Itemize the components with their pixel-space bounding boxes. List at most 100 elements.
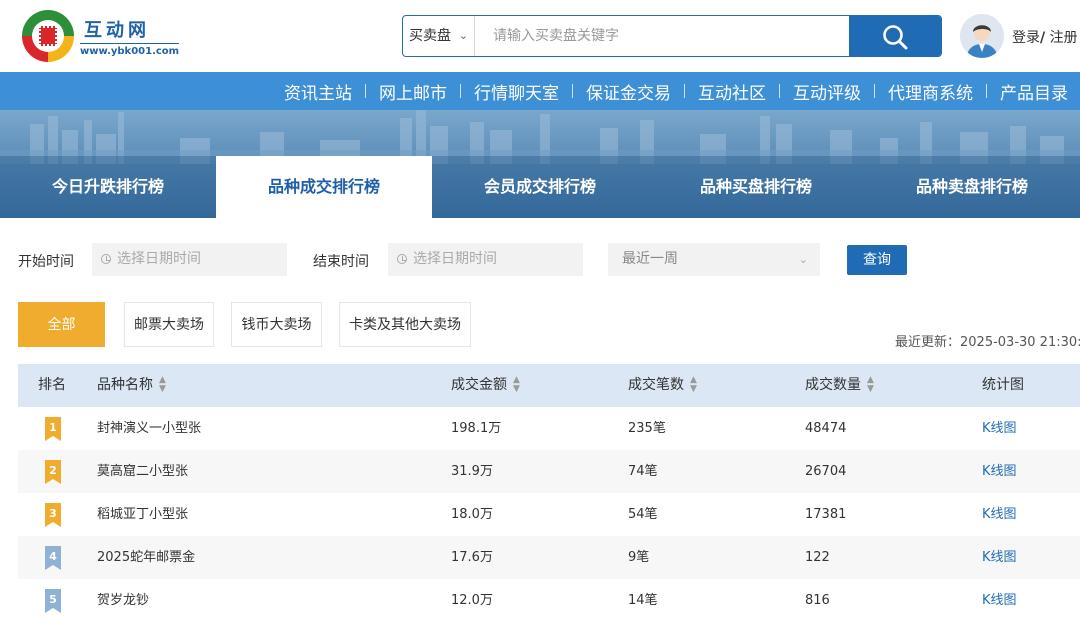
nav-divider	[460, 84, 461, 98]
rank-badge-gold-icon: 1	[45, 417, 61, 441]
user-avatar-icon	[960, 14, 1004, 58]
rank-badge-blue-icon: 4	[45, 546, 61, 570]
main-nav: 资讯主站 网上邮市 行情聊天室 保证金交易 互动社区 互动评级 代理商系统 产品…	[0, 72, 1080, 110]
logo-mark-icon	[22, 10, 74, 62]
site-name: 互动网	[84, 20, 150, 41]
banner: 今日升跌排行榜 品种成交排行榜 会员成交排行榜 品种买盘排行榜 品种卖盘排行榜	[0, 110, 1080, 218]
col-chart: 统计图	[982, 377, 1024, 393]
row-amount: 12.0万	[451, 593, 493, 608]
row-name: 2025蛇年邮票金	[97, 550, 196, 565]
row-quantity: 17381	[805, 507, 847, 522]
last-update-timestamp: 最近更新：2025-03-30 21:30:26	[895, 335, 1080, 350]
nav-item-chatroom[interactable]: 行情聊天室	[474, 79, 559, 104]
clock-icon	[101, 254, 111, 264]
start-time-placeholder: 选择日期时间	[117, 251, 201, 267]
rank-badge-blue-icon: 5	[45, 589, 61, 613]
col-name[interactable]: 品种名称 ▲ ▼	[97, 364, 166, 407]
clock-icon	[397, 254, 407, 264]
chevron-down-icon: ⌄	[798, 253, 808, 266]
row-name: 稻城亚丁小型张	[97, 507, 189, 522]
end-time-picker[interactable]: 选择日期时间	[388, 243, 583, 276]
nav-divider	[365, 84, 366, 98]
period-select[interactable]: 最近一周 ⌄	[608, 243, 820, 276]
site-header: 互动网 www.ybk001.com 买卖盘 ⌄ 登录/ 注册	[0, 0, 1080, 72]
row-amount: 17.6万	[451, 550, 493, 565]
row-name: 莫高窟二小型张	[97, 464, 189, 479]
row-count: 14笔	[628, 593, 658, 608]
table-row: 1 封神演义一小型张 198.1万 235笔 48474 K线图	[18, 407, 1080, 450]
nav-item-rating[interactable]: 互动评级	[793, 79, 861, 104]
tab-variety-buy-ranking[interactable]: 品种买盘排行榜	[648, 156, 864, 218]
nav-item-online-market[interactable]: 网上邮市	[379, 79, 447, 104]
col-quantity[interactable]: 成交数量 ▲ ▼	[805, 364, 874, 407]
col-quantity-label: 成交数量	[805, 377, 861, 393]
sort-icon: ▲ ▼	[690, 375, 697, 394]
auth-links: 登录/ 注册	[1012, 27, 1078, 47]
start-time-picker[interactable]: 选择日期时间	[92, 243, 287, 276]
category-card-other-market[interactable]: 卡类及其他大卖场	[339, 302, 471, 347]
end-time-placeholder: 选择日期时间	[413, 251, 497, 267]
rank-number: 2	[49, 464, 57, 477]
site-logo[interactable]: 互动网 www.ybk001.com	[22, 10, 182, 64]
table-row: 4 2025蛇年邮票金 17.6万 9笔 122 K线图	[18, 536, 1080, 579]
search-category-select[interactable]: 买卖盘 ⌄	[403, 16, 475, 56]
rank-number: 5	[49, 593, 57, 606]
kline-chart-link[interactable]: K线图	[982, 536, 1017, 579]
sort-icon: ▲ ▼	[159, 375, 166, 394]
search-bar: 买卖盘 ⌄	[402, 15, 942, 57]
nav-divider	[684, 84, 685, 98]
nav-item-agent-system[interactable]: 代理商系统	[888, 79, 973, 104]
rank-badge-gold-icon: 2	[45, 460, 61, 484]
rank-number: 1	[49, 421, 57, 434]
row-name: 封神演义一小型张	[97, 421, 202, 436]
category-stamp-market[interactable]: 邮票大卖场	[124, 302, 214, 347]
login-link[interactable]: 登录	[1012, 30, 1040, 46]
tab-daily-change-ranking[interactable]: 今日升跌排行榜	[0, 156, 216, 218]
nav-item-product-catalog[interactable]: 产品目录	[1000, 79, 1068, 104]
nav-item-margin-trading[interactable]: 保证金交易	[586, 79, 671, 104]
tab-variety-volume-ranking[interactable]: 品种成交排行榜	[216, 156, 432, 218]
table-row: 3 稻城亚丁小型张 18.0万 54笔 17381 K线图	[18, 493, 1080, 536]
table-row: 2 莫高窟二小型张 31.9万 74笔 26704 K线图	[18, 450, 1080, 493]
query-button[interactable]: 查询	[847, 245, 907, 275]
ranking-tabs: 今日升跌排行榜 品种成交排行榜 会员成交排行榜 品种买盘排行榜 品种卖盘排行榜	[0, 156, 1080, 218]
site-url: www.ybk001.com	[80, 43, 180, 57]
row-count: 235笔	[628, 421, 666, 436]
end-time-label: 结束时间	[313, 254, 369, 270]
nav-divider	[986, 84, 987, 98]
nav-item-community[interactable]: 互动社区	[698, 79, 766, 104]
rank-number: 3	[49, 507, 57, 520]
chevron-down-icon: ⌄	[458, 29, 468, 42]
search-icon	[883, 25, 908, 50]
row-count: 9笔	[628, 550, 650, 565]
auth-separator: /	[1040, 30, 1046, 46]
col-rank: 排名	[38, 377, 66, 393]
col-count[interactable]: 成交笔数 ▲ ▼	[628, 364, 697, 407]
search-button[interactable]	[849, 16, 941, 56]
row-amount: 198.1万	[451, 421, 502, 436]
sort-icon: ▲ ▼	[513, 375, 520, 394]
category-coin-market[interactable]: 钱币大卖场	[231, 302, 322, 347]
row-quantity: 816	[805, 593, 830, 608]
col-amount[interactable]: 成交金额 ▲ ▼	[451, 364, 520, 407]
tab-variety-sell-ranking[interactable]: 品种卖盘排行榜	[864, 156, 1080, 218]
tab-member-volume-ranking[interactable]: 会员成交排行榜	[432, 156, 648, 218]
row-name: 贺岁龙钞	[97, 593, 150, 608]
nav-item-news[interactable]: 资讯主站	[284, 79, 352, 104]
row-quantity: 122	[805, 550, 830, 565]
kline-chart-link[interactable]: K线图	[982, 579, 1017, 622]
col-count-label: 成交笔数	[628, 377, 684, 393]
search-input[interactable]	[475, 16, 851, 56]
avatar[interactable]	[960, 14, 1004, 58]
kline-chart-link[interactable]: K线图	[982, 493, 1017, 536]
nav-divider	[572, 84, 573, 98]
table-header: 排名 品种名称 ▲ ▼ 成交金额 ▲ ▼ 成交笔数 ▲ ▼ 成交数量 ▲ ▼ 统计图	[18, 364, 1080, 407]
row-quantity: 26704	[805, 464, 847, 479]
nav-divider	[874, 84, 875, 98]
col-name-label: 品种名称	[97, 377, 153, 393]
category-all[interactable]: 全部	[18, 302, 105, 347]
kline-chart-link[interactable]: K线图	[982, 407, 1017, 450]
register-link[interactable]: 注册	[1050, 30, 1078, 46]
row-quantity: 48474	[805, 421, 847, 436]
kline-chart-link[interactable]: K线图	[982, 450, 1017, 493]
